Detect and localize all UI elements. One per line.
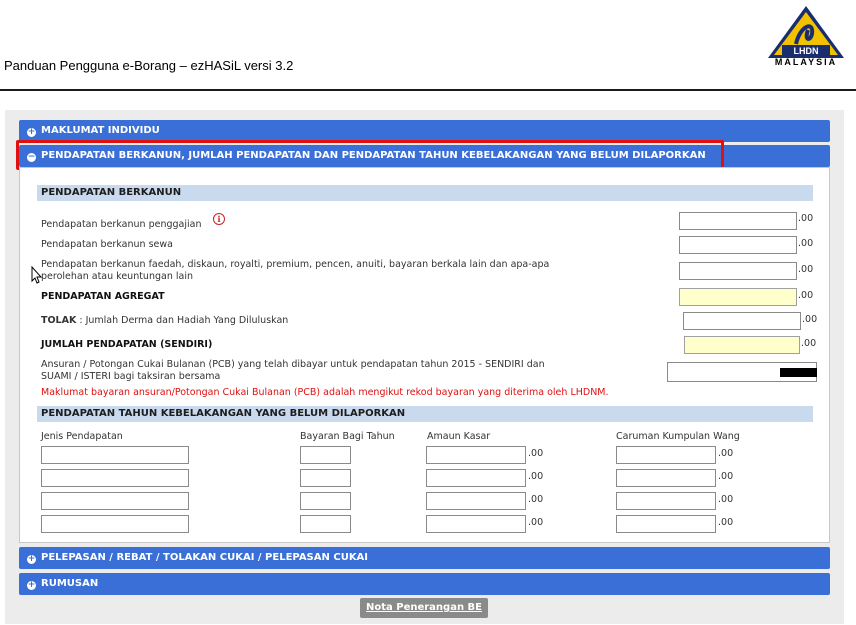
label-sewa: Pendapatan berkanun sewa <box>41 239 173 250</box>
input-jenis-pendapatan[interactable] <box>41 515 189 533</box>
label-faedah-line2: perolehan atau keuntungan lain <box>41 271 193 282</box>
label-jumlah-pendapatan: JUMLAH PENDAPATAN (SENDIRI) <box>41 339 213 350</box>
logo-lhdn-text: LHDN <box>794 46 819 56</box>
section-maklumat-individu[interactable]: + MAKLUMAT INDIVIDU <box>19 120 830 142</box>
highlight-annotation <box>16 140 724 170</box>
input-amaun-kasar[interactable] <box>426 469 526 487</box>
decimal-suffix: .00 <box>528 471 544 482</box>
input-bayaran-tahun[interactable] <box>300 515 351 533</box>
decimal-suffix: .00 <box>718 471 734 482</box>
input-jumlah-pendapatan <box>684 336 800 354</box>
decimal-suffix: .00 <box>528 517 544 528</box>
input-penggajian[interactable] <box>679 212 797 230</box>
section-pelepasan[interactable]: + PELEPASAN / REBAT / TOLAKAN CUKAI / PEL… <box>19 547 830 569</box>
label-tolak-rest: : Jumlah Derma dan Hadiah Yang Diluluska… <box>76 315 289 326</box>
logo-country-text: MALAYSIA <box>774 57 838 67</box>
decimal-suffix: .00 <box>528 494 544 505</box>
section-label: RUMUSAN <box>41 578 99 589</box>
input-jenis-pendapatan[interactable] <box>41 469 189 487</box>
input-amaun-kasar[interactable] <box>426 515 526 533</box>
label-tolak-bold: TOLAK <box>41 315 77 326</box>
nota-penerangan-button[interactable]: Nota Penerangan BE <box>360 598 488 618</box>
expand-icon: + <box>27 580 36 590</box>
col-jenis-pendapatan: Jenis Pendapatan <box>41 431 123 442</box>
input-amaun-kasar[interactable] <box>426 446 526 464</box>
label-pcb-line2: SUAMI / ISTERI bagi taksiran bersama <box>41 371 221 382</box>
decimal-suffix: .00 <box>718 448 734 459</box>
decimal-suffix: .00 <box>798 213 814 224</box>
input-sewa[interactable] <box>679 236 797 254</box>
section-rumusan[interactable]: + RUMUSAN <box>19 573 830 595</box>
expand-icon: + <box>27 554 36 564</box>
input-tolak-derma[interactable] <box>683 312 801 330</box>
subheader-kebelakangan: PENDAPATAN TAHUN KEBELAKANGAN YANG BELUM… <box>37 406 813 422</box>
label-pcb-line1: Ansuran / Potongan Cukai Bulanan (PCB) y… <box>41 359 545 370</box>
decimal-suffix: .00 <box>718 494 734 505</box>
decimal-suffix: .00 <box>528 448 544 459</box>
decimal-suffix: .00 <box>802 314 818 325</box>
col-caruman: Caruman Kumpulan Wang <box>616 431 740 442</box>
decimal-suffix: .00 <box>801 338 817 349</box>
subheader-pendapatan-berkanun: PENDAPATAN BERKANUN <box>37 185 813 201</box>
decimal-suffix: .00 <box>798 264 814 275</box>
info-icon[interactable]: i <box>213 213 225 225</box>
header-divider <box>0 89 856 91</box>
input-faedah[interactable] <box>679 262 797 280</box>
input-jenis-pendapatan[interactable] <box>41 492 189 510</box>
input-amaun-kasar[interactable] <box>426 492 526 510</box>
input-caruman[interactable] <box>616 515 716 533</box>
input-caruman[interactable] <box>616 492 716 510</box>
expand-icon: + <box>27 127 36 137</box>
redacted-value <box>780 368 817 377</box>
col-bayaran-tahun: Bayaran Bagi Tahun <box>300 431 395 442</box>
input-caruman[interactable] <box>616 469 716 487</box>
document-title: Panduan Pengguna e-Borang – ezHASiL vers… <box>4 58 294 73</box>
input-caruman[interactable] <box>616 446 716 464</box>
mouse-cursor-icon <box>31 266 43 284</box>
decimal-suffix: .00 <box>798 238 814 249</box>
section-label: PELEPASAN / REBAT / TOLAKAN CUKAI / PELE… <box>41 552 369 563</box>
decimal-suffix: .00 <box>718 517 734 528</box>
label-penggajian: Pendapatan berkanun penggajian <box>41 219 202 230</box>
label-agregat: PENDAPATAN AGREGAT <box>41 291 165 302</box>
pcb-note: Maklumat bayaran ansuran/Potongan Cukai … <box>41 387 609 398</box>
input-bayaran-tahun[interactable] <box>300 446 351 464</box>
col-amaun-kasar: Amaun Kasar <box>427 431 491 442</box>
input-agregat <box>679 288 797 306</box>
decimal-suffix: .00 <box>798 290 814 301</box>
input-jenis-pendapatan[interactable] <box>41 446 189 464</box>
label-tolak: TOLAK : Jumlah Derma dan Hadiah Yang Dil… <box>41 315 288 326</box>
input-bayaran-tahun[interactable] <box>300 492 351 510</box>
section-label: MAKLUMAT INDIVIDU <box>41 125 160 136</box>
label-faedah-line1: Pendapatan berkanun faedah, diskaun, roy… <box>41 259 550 270</box>
input-bayaran-tahun[interactable] <box>300 469 351 487</box>
